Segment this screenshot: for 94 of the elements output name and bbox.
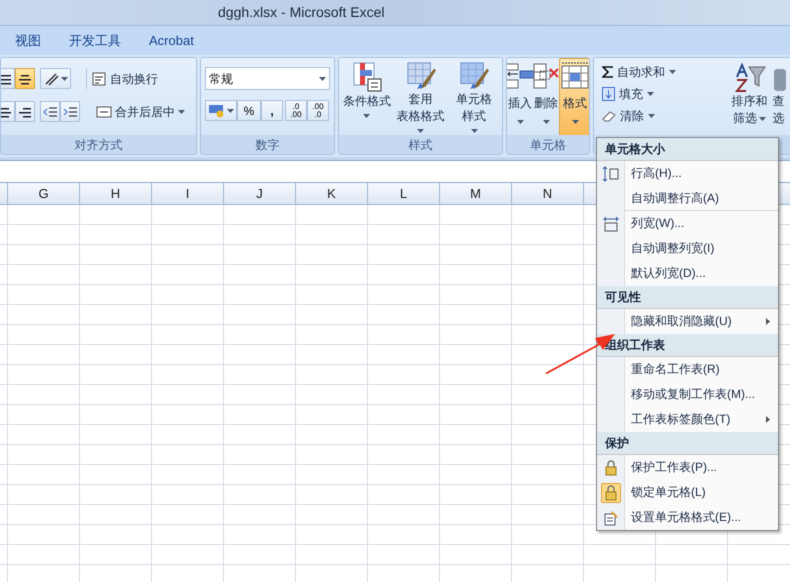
align-button[interactable] [15, 101, 35, 122]
caret-icon [363, 114, 370, 118]
currency-button[interactable] [205, 100, 237, 121]
group-label: 样式 [408, 136, 432, 154]
insert-cells-icon [507, 61, 536, 91]
align-icon [1, 72, 13, 84]
number-format-dropdown[interactable]: 常规 [205, 67, 330, 90]
menu-item[interactable]: 默认列宽(D)... [625, 261, 778, 285]
merge-cells-icon [96, 106, 112, 118]
align-button[interactable] [15, 68, 35, 89]
clear-button[interactable]: 清除 [602, 107, 730, 125]
menu-item[interactable]: 移动或复制工作表(M)... [625, 382, 778, 406]
caret-icon [648, 114, 655, 118]
caret-icon [516, 120, 524, 124]
caret-icon [470, 129, 478, 133]
table-brush-icon [404, 61, 436, 91]
group-label: 数字 [256, 136, 280, 154]
fill-down-icon [602, 87, 615, 101]
align-button[interactable] [1, 101, 15, 122]
menu-item[interactable]: 重命名工作表(R) [625, 357, 778, 381]
sigma-icon [602, 66, 613, 78]
orientation-button[interactable] [40, 68, 71, 89]
ribbon-tab[interactable]: 开发工具 [68, 30, 122, 50]
caret-icon [669, 70, 676, 74]
caret-icon [227, 108, 234, 112]
caret-icon [759, 116, 766, 120]
column-header[interactable]: G [8, 183, 80, 204]
align-button[interactable] [1, 68, 15, 89]
column-header[interactable]: M [440, 183, 512, 204]
sort-filter-icon [734, 63, 766, 93]
merge-center-button[interactable]: 合并后居中 [96, 101, 185, 122]
style-button[interactable]: 条件格式 [341, 61, 393, 133]
decrease-decimal-button[interactable]: .00 .0 [307, 100, 329, 121]
align-icon [17, 72, 33, 84]
menu-item[interactable]: 自动调整行高(A) [625, 186, 778, 210]
window-title: dggh.xlsx - Microsoft Excel [218, 3, 384, 22]
fill-button[interactable]: 填充 [602, 85, 730, 103]
angled-text-icon [44, 72, 60, 86]
caret-icon [178, 110, 185, 114]
row-height-icon [602, 164, 620, 182]
menu-section-header: 可见性 [597, 286, 778, 309]
menu-item[interactable]: 隐藏和取消隐藏(U) [625, 309, 778, 333]
caret-icon [417, 129, 424, 133]
column-width-icon [602, 216, 620, 232]
align-icon [17, 106, 33, 118]
menu-item[interactable]: 设置单元格格式(E)... [625, 505, 778, 529]
percent-button[interactable]: % [237, 100, 261, 121]
find-select-button[interactable]: 查 选 [772, 63, 790, 127]
caret-icon [647, 92, 654, 96]
ribbon-tab[interactable]: Acrobat [148, 30, 195, 50]
menu-item[interactable]: 锁定单元格(L) [625, 480, 778, 504]
style-button[interactable]: 单元格 样式 [448, 61, 500, 133]
format-cells-icon [559, 61, 589, 91]
caret-icon [572, 120, 578, 124]
caret-icon [542, 120, 550, 124]
menu-item[interactable]: 列宽(W)... [625, 211, 778, 235]
sort-filter-button[interactable]: 排序和 筛选 [730, 63, 770, 127]
indent-icon [63, 106, 77, 118]
comma-button[interactable]: , [261, 100, 283, 121]
eraser-icon [602, 110, 616, 122]
wrap-text-button[interactable]: 自动换行 [92, 68, 158, 89]
increase-decimal-button[interactable]: .0 .00 [285, 100, 307, 121]
cells-button[interactable]: 删除 [533, 58, 559, 135]
menu-item[interactable]: 行高(H)... [625, 161, 778, 185]
menu-section-header: 单元格大小 [597, 138, 778, 161]
group-label: 对齐方式 [74, 136, 122, 154]
table-brush-icon [458, 61, 490, 91]
menu-item[interactable]: 自动调整列宽(I) [625, 236, 778, 260]
indent-icon [43, 106, 57, 118]
group-label: 单元格 [530, 136, 566, 154]
wrap-text-icon [92, 72, 108, 86]
conditional-format-icon [350, 61, 383, 93]
column-header[interactable]: H [80, 183, 152, 204]
caret-icon [60, 76, 68, 80]
column-header[interactable]: J [224, 183, 296, 204]
ribbon-tab[interactable]: 视图 [14, 30, 42, 50]
cells-button[interactable]: 插入 [507, 58, 533, 135]
menu-section-header: 保护 [597, 432, 778, 455]
column-header[interactable]: K [296, 183, 368, 204]
submenu-arrow-icon [766, 318, 770, 324]
menu-item[interactable]: 工作表标签颜色(T) [625, 407, 778, 431]
cells-button[interactable]: 格式 [559, 58, 589, 135]
menu-item[interactable]: 保护工作表(P)... [625, 455, 778, 479]
style-button[interactable]: 套用 表格格式 [394, 61, 446, 133]
money-icon [208, 104, 226, 118]
caret-icon [319, 76, 326, 80]
indent-button[interactable] [60, 101, 80, 122]
indent-button[interactable] [40, 101, 60, 122]
submenu-arrow-icon [766, 416, 770, 422]
column-header[interactable]: L [368, 183, 440, 204]
column-header[interactable]: N [512, 183, 584, 204]
align-icon [1, 106, 13, 118]
autosum-button[interactable]: 自动求和 [602, 63, 730, 81]
column-header[interactable]: I [152, 183, 224, 204]
